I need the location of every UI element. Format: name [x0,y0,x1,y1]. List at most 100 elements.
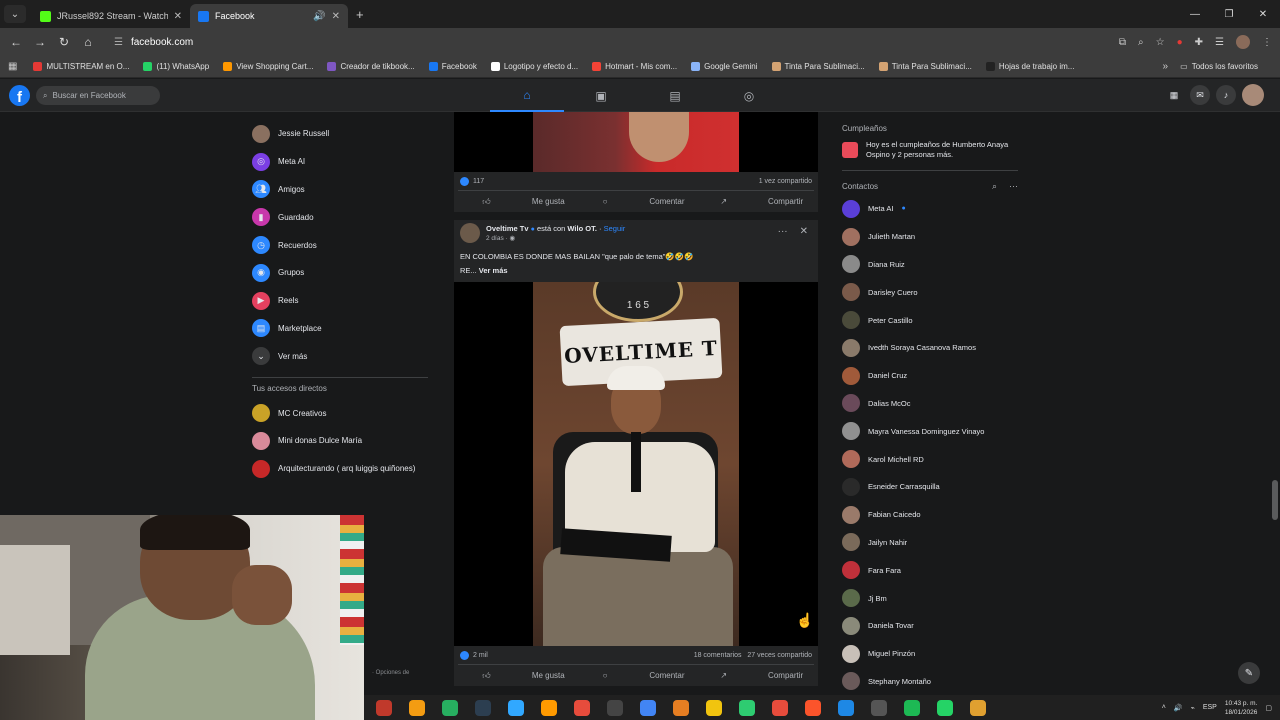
new-message-icon[interactable]: ✎ [1238,662,1260,684]
like-button[interactable]: 👍︎ Me gusta [458,191,577,212]
notifications-icon[interactable]: ▢ [1265,704,1272,712]
sidebar-item[interactable]: ▶ Reels [252,287,432,315]
profile-avatar[interactable] [1236,35,1250,49]
sidebar-item[interactable]: ⌄ Ver más [252,342,432,370]
share-count[interactable]: 27 veces compartido [747,652,812,659]
close-window-button[interactable]: ✕ [1246,0,1280,28]
url-field[interactable]: ☰ facebook.com [108,32,1068,52]
taskbar-app-icon[interactable] [442,699,458,716]
contact-item[interactable]: Mayra Vanessa Dominguez Vinayo [842,417,1032,445]
shortcut-item[interactable]: MC Creativos [252,399,432,427]
bookmark-item[interactable]: Hotmart - Mis com... [592,62,677,71]
sidebar-item[interactable]: ◷ Recuerdos [252,231,432,259]
taskbar-app-icon[interactable] [640,699,656,716]
video-player[interactable]: OVELTIME T 1 6 5 [454,282,818,646]
more-options-icon[interactable]: ··· [1009,181,1018,192]
previous-post-media[interactable] [454,112,818,172]
contact-item[interactable]: Jj Bm [842,584,1032,612]
extensions-icon[interactable]: ✚ [1195,37,1203,48]
sidebar-item[interactable]: ◉ Grupos [252,259,432,287]
taskbar-app-icon[interactable] [805,699,821,716]
home-tab-icon[interactable]: ⌂ [490,79,564,112]
home-button[interactable]: ⌂ [76,35,100,49]
taskbar-app-icon[interactable] [409,699,425,716]
taskbar-app-icon[interactable] [574,699,590,716]
taskbar-app-icon[interactable] [508,699,524,716]
new-tab-button[interactable]: + [356,7,364,22]
bookmark-item[interactable]: Hojas de trabajo im... [985,62,1074,71]
taskbar-app-icon[interactable] [607,699,623,716]
sidebar-item[interactable]: ▮ Guardado [252,203,432,231]
bookmark-item[interactable]: Logotipo y efecto d... [490,62,578,71]
bookmark-item[interactable]: MULTISTREAM en O... [33,62,129,71]
taskbar-app-icon[interactable] [871,699,887,716]
shortcut-item[interactable]: Arquitecturando ( arq luiggis quiñones) [252,455,432,483]
bookmark-star-icon[interactable]: ☆ [1156,37,1165,48]
birthday-notice[interactable]: Hoy es el cumpleaños de Humberto Anaya O… [842,136,1032,170]
post-time[interactable]: 2 días · ◉ [486,234,625,242]
bookmark-item[interactable]: View Shopping Cart... [223,62,313,71]
taskbar-app-icon[interactable] [937,699,953,716]
taskbar-app-icon[interactable] [904,699,920,716]
bookmark-item[interactable]: (11) WhatsApp [143,62,209,71]
reactions[interactable]: 2 mil [460,650,488,660]
bookmark-item[interactable]: Tinta Para Sublimaci... [771,62,865,71]
contact-item[interactable]: Fara Fara [842,556,1032,584]
search-contacts-icon[interactable]: ⌕ [992,181,997,192]
media-icon[interactable]: ☰ [1215,37,1224,48]
taskbar-app-icon[interactable] [541,699,557,716]
chevron-up-icon[interactable]: ˄ [1162,704,1166,711]
contact-item[interactable]: Julieth Martan [842,223,1032,251]
tab-jrussel-stream[interactable]: JRussel892 Stream - Watch Live ✕ [32,4,190,28]
speaker-icon[interactable]: 🔊 [313,11,325,22]
clock[interactable]: 10:43 p. m. 18/01/2026 [1225,699,1258,717]
sidebar-item[interactable]: 👥︎ Amigos [252,176,432,204]
tab-search-button[interactable]: ⌄ [4,5,26,23]
taskbar-app-icon[interactable] [376,699,392,716]
taskbar-app-icon[interactable] [673,699,689,716]
hide-post-icon[interactable]: ✕ [800,226,808,237]
facebook-logo-icon[interactable]: f [9,85,30,106]
contact-item[interactable]: Peter Castillo [842,306,1032,334]
contact-item[interactable]: Jailyn Nahir [842,529,1032,557]
back-button[interactable]: ← [4,35,28,49]
watch-tab-icon[interactable]: ▣ [564,79,638,112]
search-input[interactable]: ⌕ Buscar en Facebook [36,86,160,105]
menu-icon[interactable]: ⋮ [1262,37,1272,48]
comment-button[interactable]: ○ Comentar [577,191,696,212]
reactions[interactable]: 117 [460,176,484,186]
footer-links[interactable]: · Opciones de [372,670,409,676]
share-count[interactable]: 1 vez compartido [759,178,812,185]
more-options-icon[interactable]: ··· [778,226,788,237]
tab-facebook[interactable]: Facebook 🔊 ✕ [190,4,348,28]
more-bookmarks-button[interactable]: » [1162,61,1168,72]
share-button[interactable]: ↗ Compartir [695,191,814,212]
author-name[interactable]: Oveltime Tv [486,224,529,233]
extension-icon[interactable]: ● [1177,37,1183,48]
contact-item[interactable]: Miguel Pinzón [842,640,1032,668]
apps-grid-icon[interactable]: ▦ [8,61,17,72]
messenger-icon[interactable]: ✉ [1190,85,1210,105]
network-icon[interactable]: ⌁ [1191,704,1195,712]
taskbar-app-icon[interactable] [772,699,788,716]
language-indicator[interactable]: ESP [1203,704,1217,711]
contact-item[interactable]: Meta AI ● [842,195,1032,223]
bookmark-item[interactable]: Google Gemini [691,62,758,71]
bookmark-item[interactable]: Creador de tikbook... [327,62,415,71]
minimize-button[interactable]: — [1178,0,1212,28]
contact-item[interactable]: Daniela Tovar [842,612,1032,640]
tagged-name[interactable]: Wilo OT. [567,224,597,233]
sidebar-item[interactable]: Jessie Russell [252,120,432,148]
see-more-link[interactable]: Ver más [479,266,508,275]
contact-item[interactable]: Diana Ruiz [842,251,1032,279]
follow-button[interactable]: Seguir [604,224,626,233]
contact-item[interactable]: Darisley Cuero [842,278,1032,306]
contact-item[interactable]: Daniel Cruz [842,362,1032,390]
contact-item[interactable]: Stephany Montaño [842,668,1032,696]
taskbar-app-icon[interactable] [970,699,986,716]
like-button[interactable]: 👍︎ Me gusta [458,665,577,686]
maximize-button[interactable]: ❐ [1212,0,1246,28]
bookmark-item[interactable]: Tinta Para Sublimaci... [878,62,972,71]
sidebar-item[interactable]: ◎ Meta AI [252,148,432,176]
contact-item[interactable]: Dalias McOc [842,390,1032,418]
